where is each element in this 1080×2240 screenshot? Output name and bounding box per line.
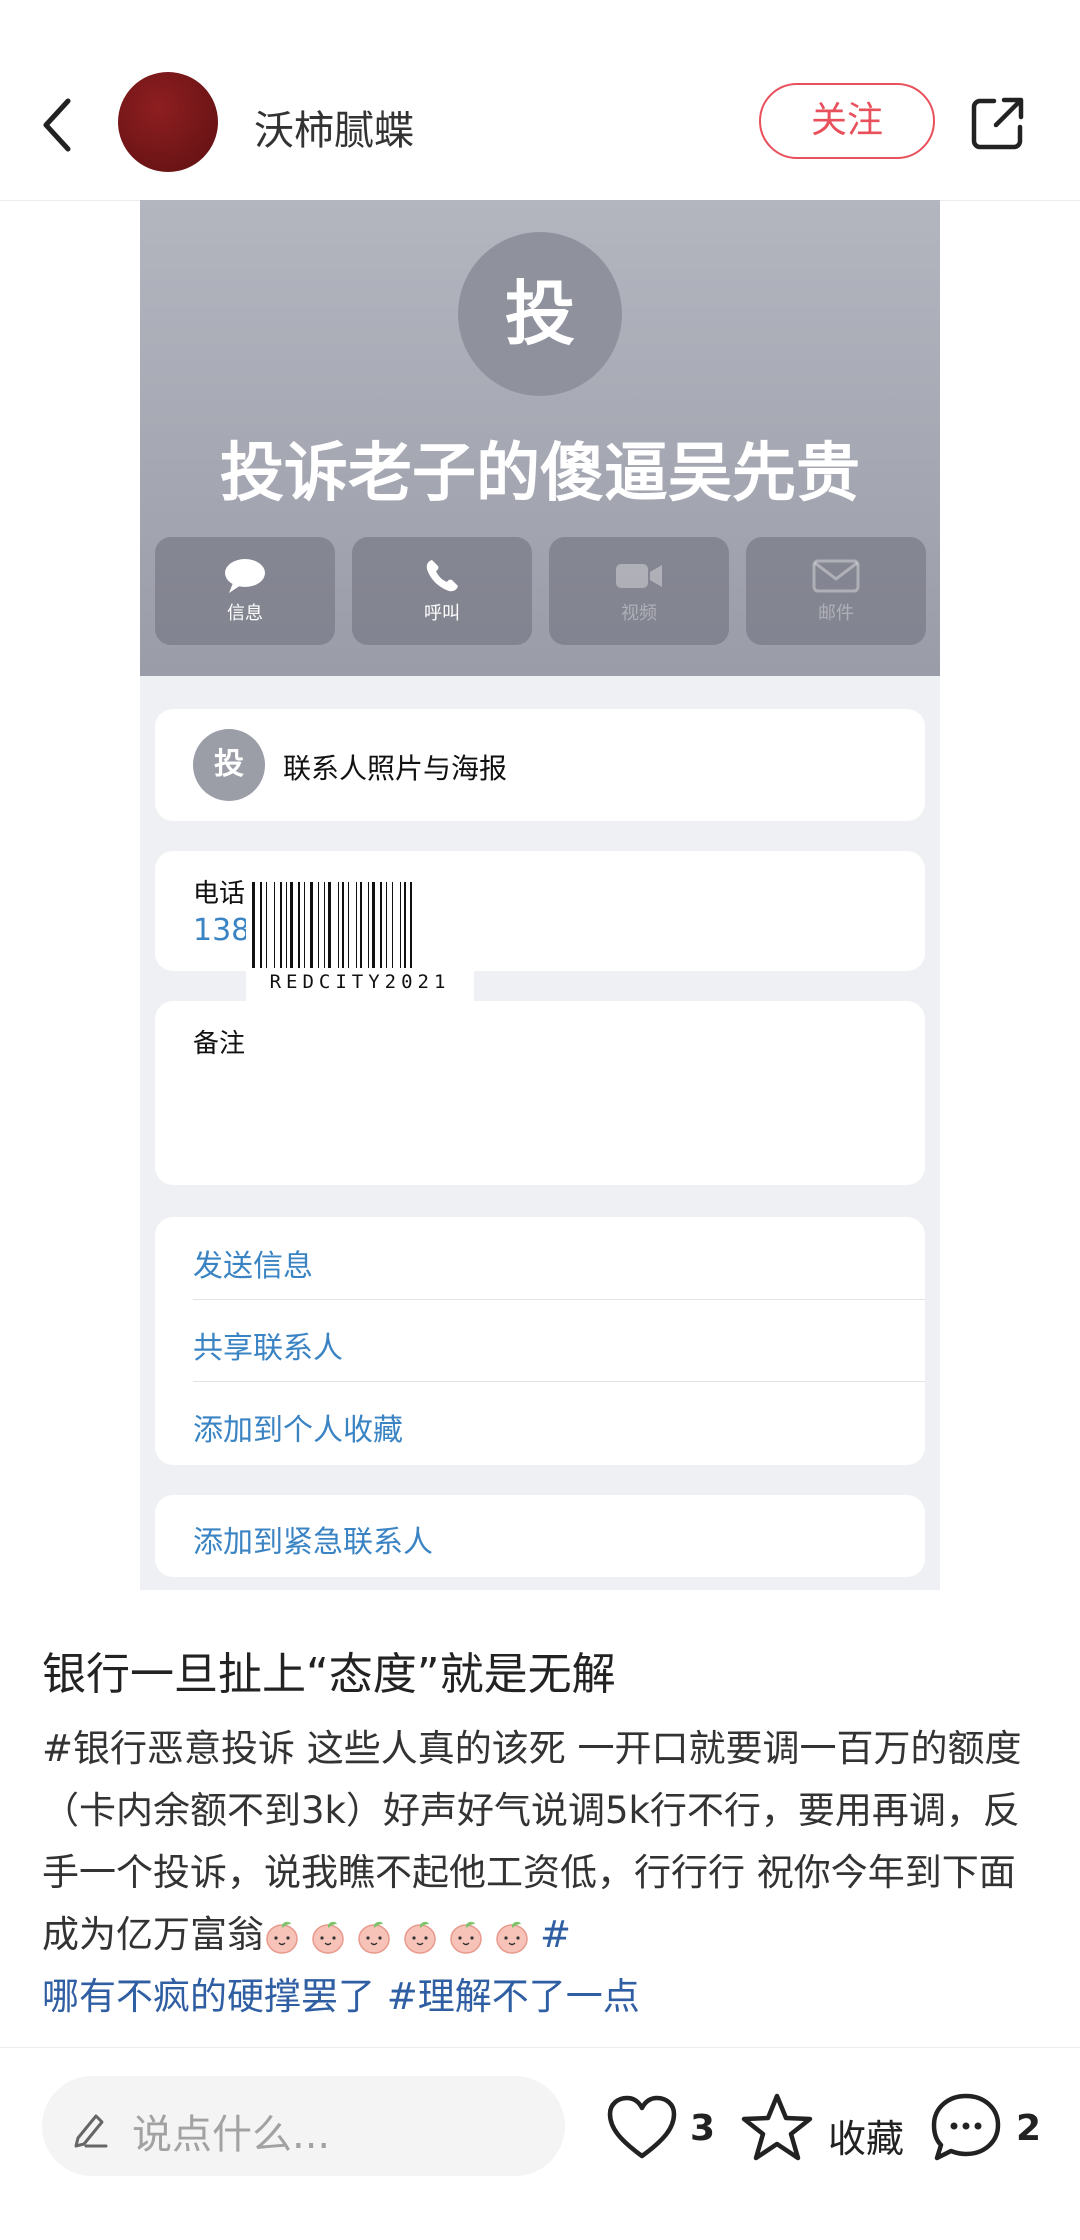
notes-label: 备注	[193, 1029, 246, 1059]
emoji-row	[264, 1913, 540, 1956]
share-icon[interactable]	[970, 95, 1026, 151]
author-name[interactable]: 沃柿腻蝶	[254, 98, 414, 156]
peach-emoji-icon	[496, 1921, 528, 1954]
mail-label: 邮件	[818, 603, 854, 624]
barcode-watermark: REDCITY2021	[246, 876, 474, 1006]
poster-card: 投 联系人照片与海报	[155, 709, 925, 821]
mail-action: 邮件	[746, 537, 926, 645]
phone-icon	[426, 560, 458, 592]
follow-button[interactable]: 关注	[759, 83, 935, 159]
poster-avatar: 投	[193, 729, 265, 801]
contact-name: 投诉老子的傻逼吴先贵	[220, 437, 860, 511]
peach-emoji-icon	[266, 1921, 298, 1954]
hashtag-link[interactable]: 哪有不疯的硬撑罢了	[42, 1975, 375, 2018]
emergency-card: 添加到紧急联系人	[155, 1495, 925, 1577]
call-label: 呼叫	[424, 603, 460, 624]
peach-emoji-icon	[450, 1921, 482, 1954]
message-action: 信息	[155, 537, 335, 645]
notes-card: 备注	[155, 1001, 925, 1185]
phone-label: 电话	[193, 879, 246, 909]
contact-avatar: 投	[458, 232, 622, 396]
add-emergency-option: 添加到紧急联系人	[193, 1525, 433, 1560]
share-contact-option: 共享联系人	[193, 1331, 343, 1366]
video-icon	[616, 564, 662, 588]
message-label: 信息	[227, 603, 263, 624]
pen-icon	[74, 2114, 108, 2148]
watermark-text: REDCITY2021	[269, 971, 451, 993]
post-title: 银行一旦扯上“态度”就是无解	[42, 1649, 616, 1700]
top-bar: 沃柿腻蝶 关注	[0, 0, 1080, 201]
send-message-option: 发送信息	[193, 1249, 313, 1284]
video-label: 视频	[621, 603, 657, 624]
bottom-bar: 说点什么... 3 收藏 2	[0, 2047, 1080, 2240]
star-icon[interactable]	[740, 2092, 814, 2162]
comment-placeholder: 说点什么...	[132, 2112, 331, 2158]
add-favorite-option: 添加到个人收藏	[193, 1413, 403, 1448]
peach-emoji-icon	[404, 1921, 436, 1954]
phone-number: 138	[193, 913, 251, 948]
hashtag[interactable]: #	[540, 1913, 571, 1956]
comment-count: 2	[1016, 2108, 1042, 2149]
comment-input[interactable]: 说点什么...	[42, 2076, 565, 2176]
like-count: 3	[690, 2108, 716, 2149]
call-action: 呼叫	[352, 537, 532, 645]
mail-icon	[812, 559, 860, 593]
author-avatar[interactable]	[118, 72, 218, 172]
post-image[interactable]: 投 投诉老子的傻逼吴先贵 信息 呼叫 视频 邮件 投 联系人照片与海报 电话 1…	[140, 200, 940, 1590]
contact-header: 投 投诉老子的傻逼吴先贵 信息 呼叫 视频 邮件	[140, 200, 940, 676]
divider	[193, 1381, 925, 1382]
divider	[193, 1299, 925, 1300]
hashtag-link[interactable]: #理解不了一点	[387, 1975, 640, 2018]
video-action: 视频	[549, 537, 729, 645]
post-body: #银行恶意投诉 这些人真的该死 一开口就要调一百万的额度（卡内余额不到3k）好声…	[42, 1718, 1042, 2028]
message-icon	[225, 559, 265, 593]
options-card: 发送信息 共享联系人 添加到个人收藏	[155, 1217, 925, 1465]
collect-label[interactable]: 收藏	[828, 2108, 904, 2163]
comment-bubble-icon[interactable]	[930, 2092, 1002, 2162]
peach-emoji-icon	[312, 1921, 344, 1954]
back-arrow-icon[interactable]	[38, 95, 78, 155]
peach-emoji-icon	[358, 1921, 390, 1954]
poster-label: 联系人照片与海报	[283, 752, 508, 785]
heart-icon[interactable]	[606, 2094, 678, 2160]
